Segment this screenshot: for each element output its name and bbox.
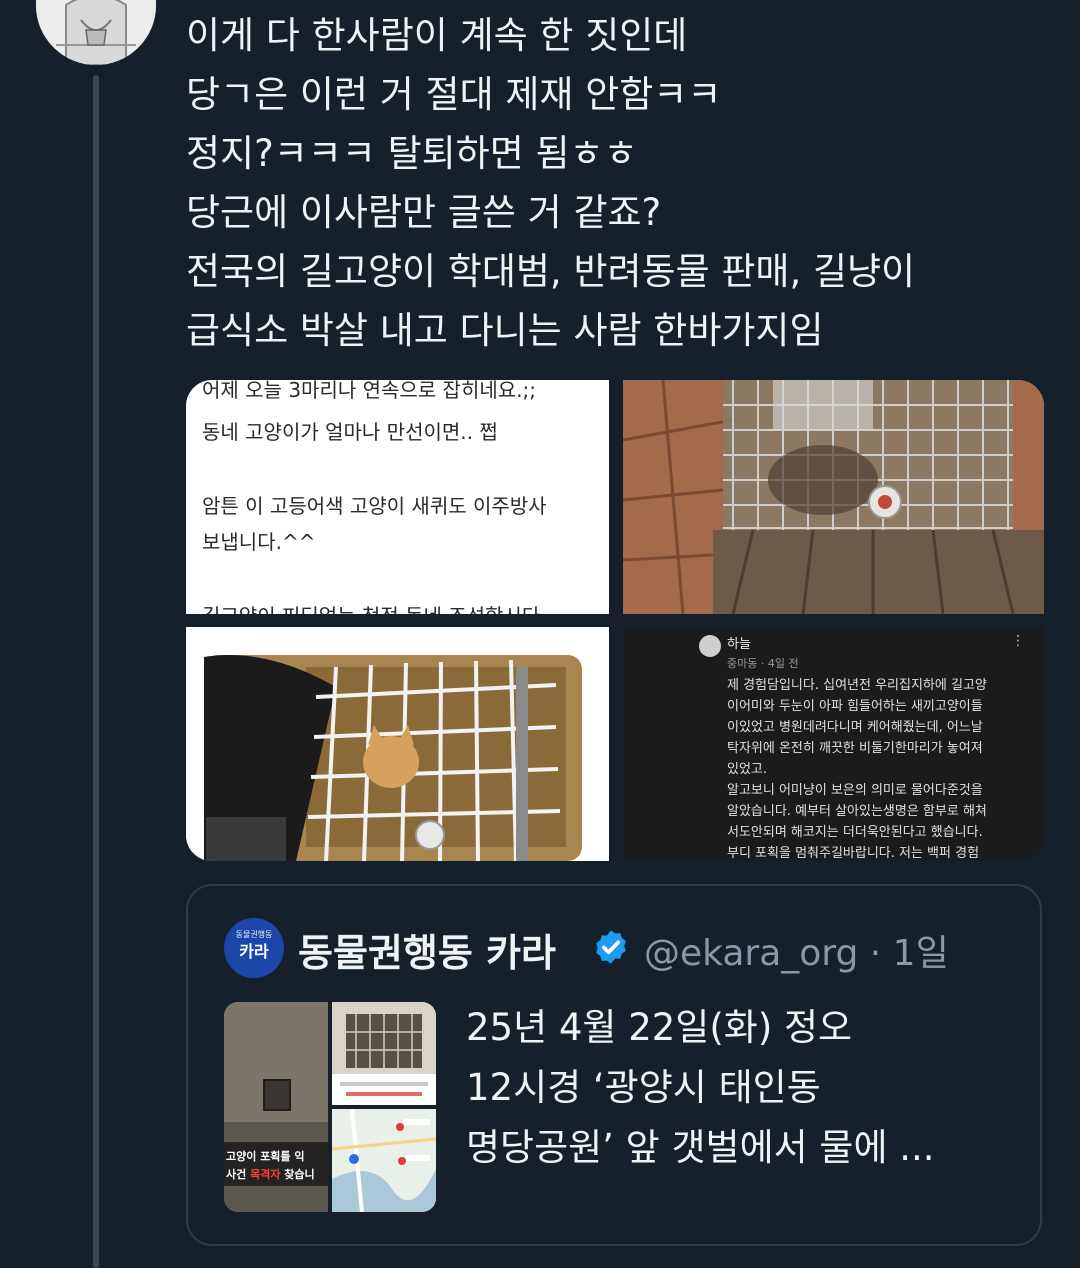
tweet-text-line: 당ㄱ은 이런 거 절대 제재 안함ㅋㅋ [186,73,722,116]
avatar-sketch-image [36,0,156,65]
screenshot-text-line: 동네 고양이가 얼마나 만선이면.. 쩝 [202,420,498,444]
screenshot-text-line: 암튼 이 고등어색 고양이 새퀴도 이주방사 [202,494,547,518]
comment-body-line: 이있었고 병원데려다니며 케어해줬는데, 어느날 [727,720,983,735]
quoted-thumb-1: 고양이 포획틀 익 사건 목격자 찾습니 [224,1002,328,1212]
quoted-account-name[interactable]: 동물권행동 카라 [298,922,556,977]
thumb-overlay-text-2b: 목격자 [250,1167,281,1181]
screenshot-text-line: 어제 오늘 3마리나 연속으로 잡히네요.;; [202,380,536,402]
thumb-overlay-text-2a: 사건 [226,1167,250,1181]
tweet-text-line: 전국의 길고양이 학대범, 반려동물 판매, 길냥이 [186,250,916,293]
comment-username: 하늘 [727,637,751,652]
comment-body-line: 이어미와 두눈이 아파 힘들어하는 새끼고양이들 [727,699,983,714]
quoted-tweet-text: 25년 4월 22일(화) 정오 12시경 ‘광양시 태인동 명당공원’ 앞 갯… [466,998,1026,1178]
media-image-1[interactable]: 어제 오늘 3마리나 연속으로 잡히네요.;; 동네 고양이가 얼마나 만선이면… [186,380,609,614]
tweet-text-line: 이게 다 한사람이 계속 한 짓인데 [186,14,688,57]
thumb-overlay-text-1: 고양이 포획틀 익 [226,1149,305,1163]
quoted-text-line: 25년 4월 22일(화) 정오 [466,1006,853,1049]
media-grid: 어제 오늘 3마리나 연속으로 잡히네요.;; 동네 고양이가 얼마나 만선이면… [186,380,1044,861]
comment-body-line: 알고보니 어미냥이 보은의 의미로 물어다준것을 [727,783,983,798]
verified-badge-icon [596,930,626,964]
comment-body-line: 탁자위에 온전히 깨끗한 비둘기한마리가 놓여져 [727,741,983,756]
quoted-account-handle[interactable]: @ekara_org · 1일 [644,924,949,976]
comment-body-line: 제 경험담입니다. 십여년전 우리집지하에 길고양 [727,678,987,693]
quoted-text-line: 명당공원’ 앞 갯벌에서 물에 ... [466,1126,935,1169]
avatar-org-name: 카라 [239,942,269,961]
cage-photo [623,380,1044,614]
map-image [332,1109,436,1212]
comment-meta: 중마동 · 4일 전 [727,657,799,670]
media-image-3[interactable] [186,627,609,861]
screenshot-text-line: 길고양이 피딩없는 청정 동네 조성합시다 [202,600,540,614]
trap-photo [332,1002,436,1105]
thumb-overlay-text-2c: 찾습니 [280,1167,314,1181]
media-image-4[interactable]: 하늘 ⋮ 중마동 · 4일 전 제 경험담입니다. 십여년전 우리집지하에 길고… [623,627,1044,861]
tweet-text: 이게 다 한사람이 계속 한 짓인데 당ㄱ은 이런 거 절대 제재 안함ㅋㅋ 정… [186,6,1066,360]
avatar-org-label: 동물권행동 [235,930,273,939]
mudflat-photo: 고양이 포획틀 익 사건 목격자 찾습니 [224,1002,328,1212]
comment-body-line: 서도안되며 해코지는 더더욱안된다고 했습니다. [727,825,983,840]
comment-body-line: 있었고. [727,762,768,777]
quoted-thumb-3 [332,1109,436,1212]
quoted-account-avatar[interactable]: 동물권행동 카라 [224,918,284,978]
comment-avatar [699,635,721,657]
thread-connector-line [93,75,99,1268]
screenshot-text-line: 보냅니다.^^ [202,530,316,554]
media-image-2[interactable] [623,380,1044,614]
more-vertical-icon: ⋮ [1011,633,1025,649]
quoted-thumb-2 [332,1002,436,1105]
tweet-text-line: 당근에 이사람만 글쓴 거 같죠? [186,191,662,234]
tweet-text-line: 급식소 박살 내고 다니는 사람 한바가지임 [186,309,824,352]
quoted-media-thumbnails[interactable]: 고양이 포획틀 익 사건 목격자 찾습니 [224,1002,436,1212]
comment-body-line: 부디 포획을 멈춰주길바랍니다. 저는 백퍼 경험 [727,846,980,861]
tweet-text-line: 정지?ㅋㅋㅋ 탈퇴하면 됨ㅎㅎ [186,132,638,175]
comment-body: 제 경험담입니다. 십여년전 우리집지하에 길고양 이어미와 두눈이 아파 힘들… [727,675,1027,861]
quoted-text-line: 12시경 ‘광양시 태인동 [466,1066,821,1109]
user-avatar[interactable] [36,0,156,65]
comment-body-line: 알았습니다. 예부터 살아있는생명은 함부로 해쳐 [727,804,987,819]
cat-cage-photo [186,627,609,861]
quoted-tweet[interactable]: 동물권행동 카라 동물권행동 카라 @ekara_org · 1일 고양이 포획… [186,884,1042,1246]
thumb-overlay-text-2: 사건 목격자 찾습니 [226,1167,315,1181]
